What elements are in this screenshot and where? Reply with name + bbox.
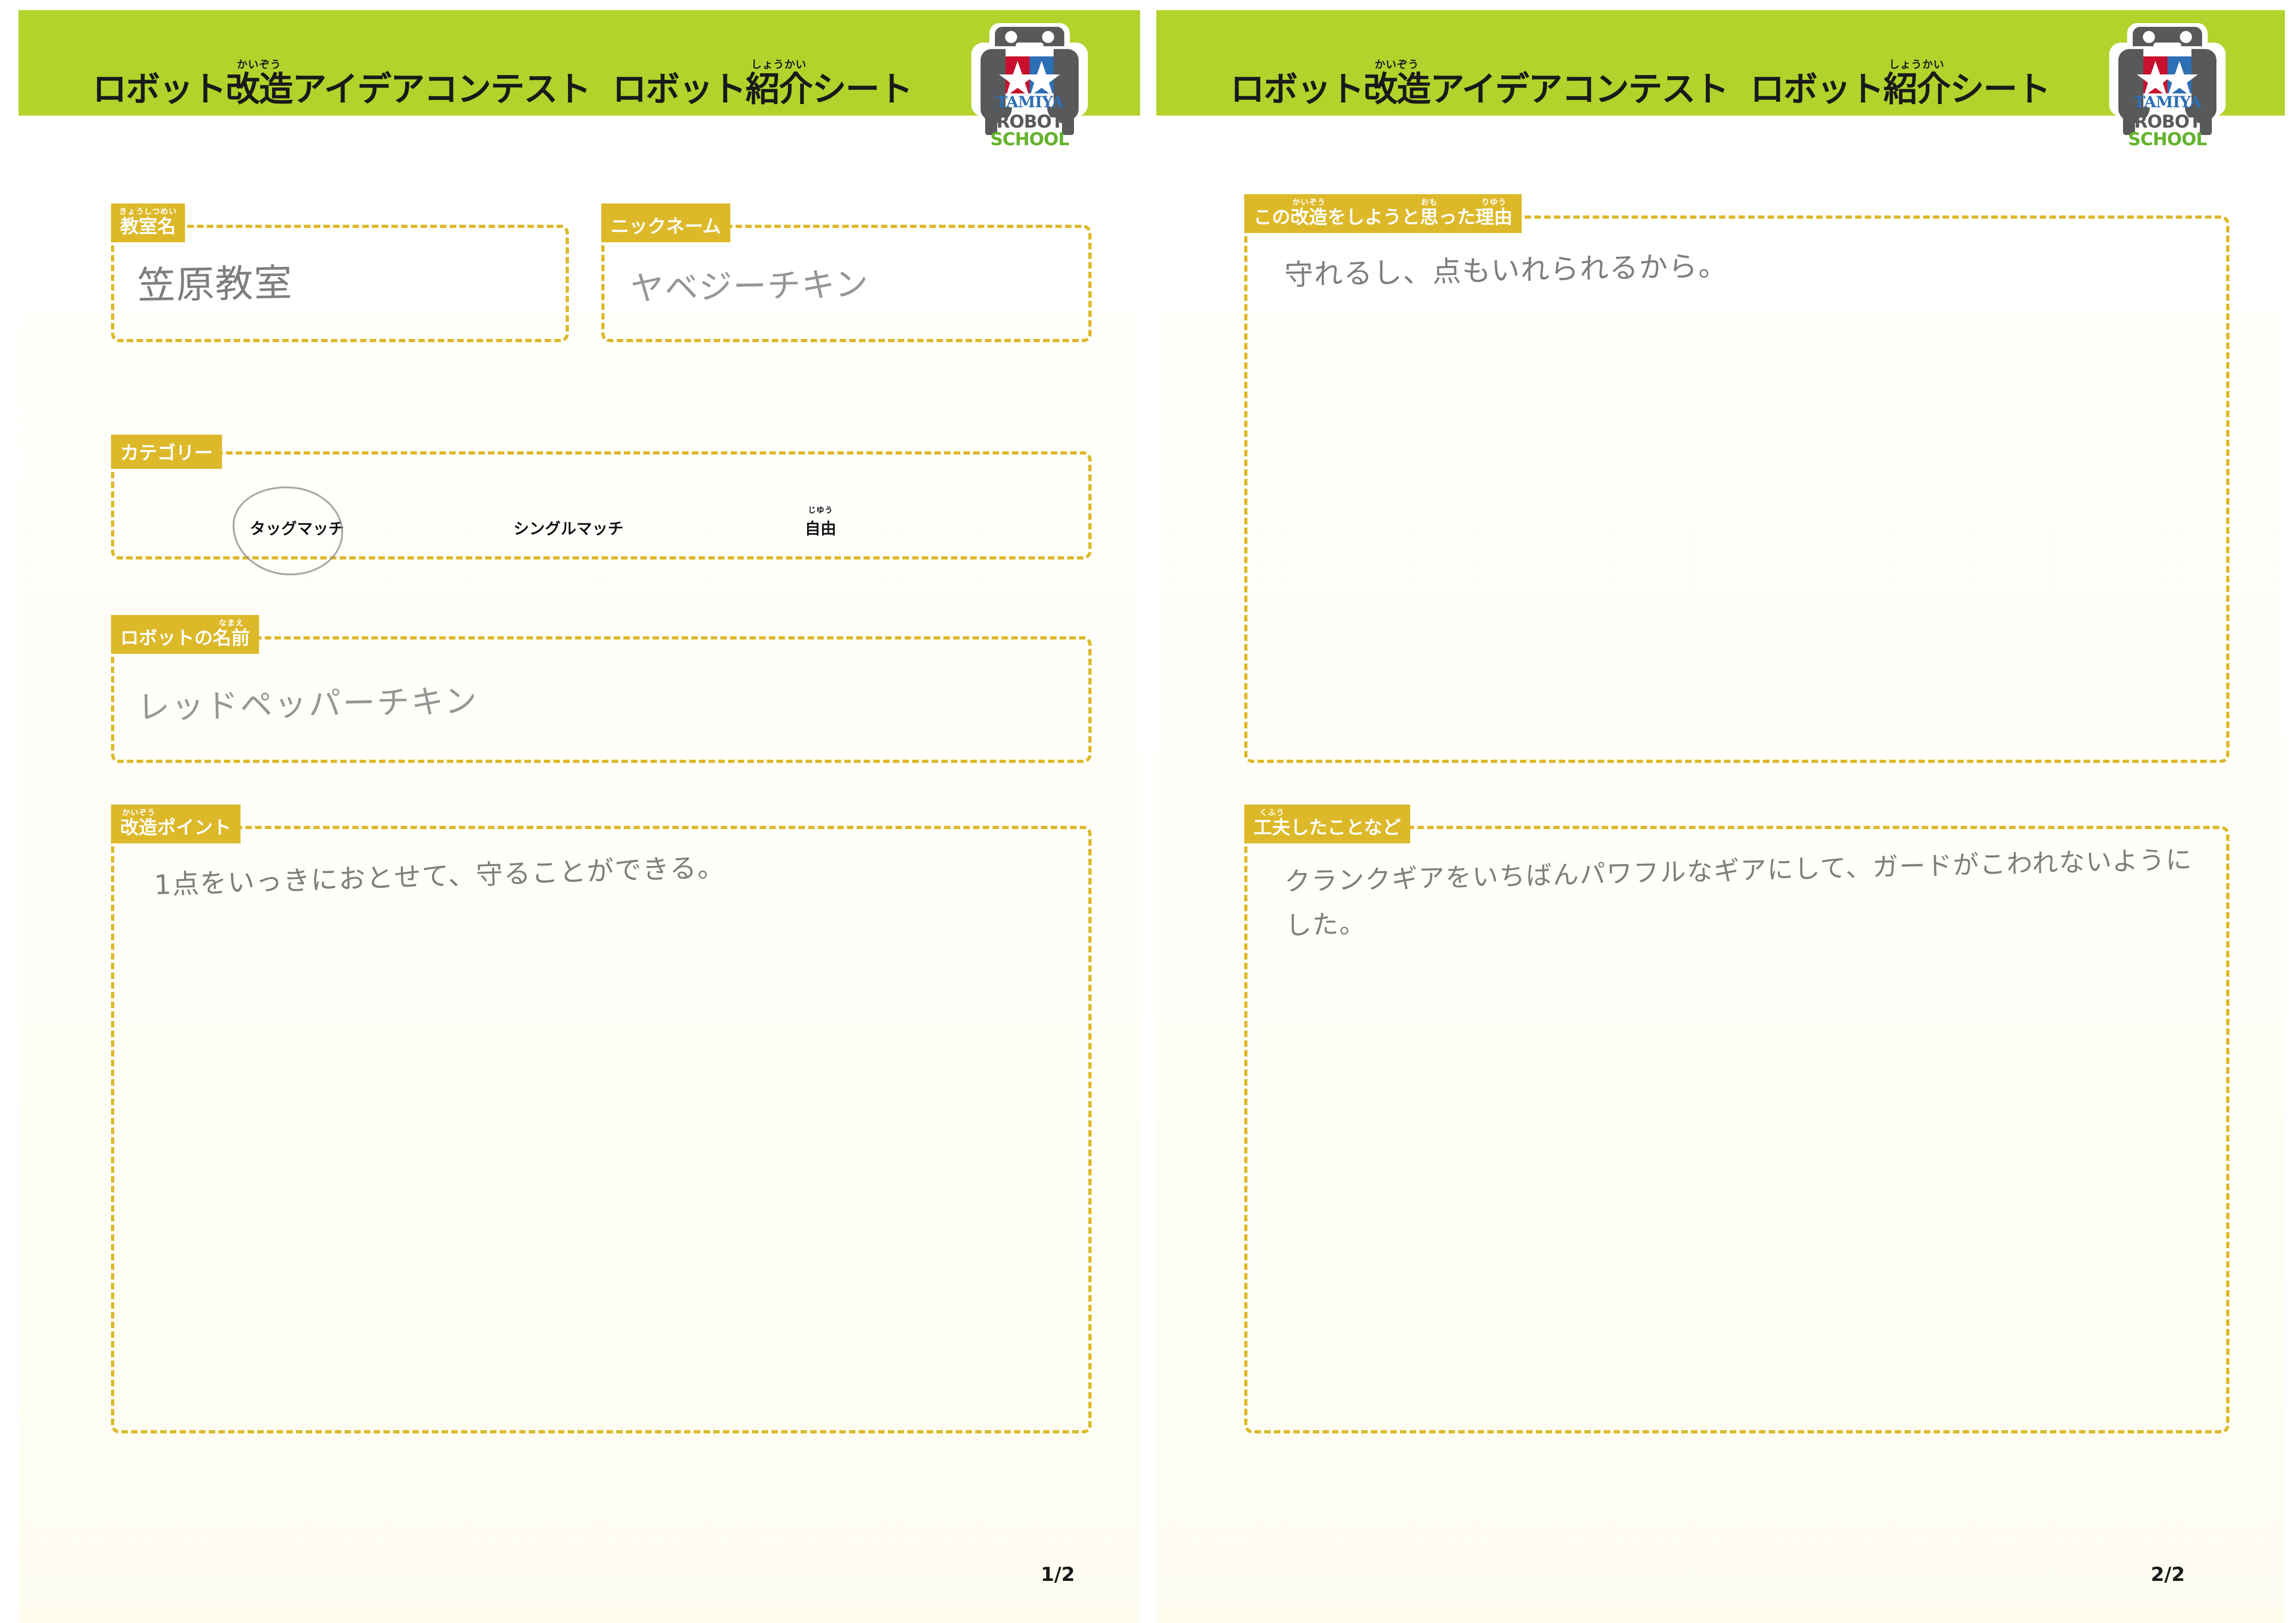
label-text-kono: この <box>1253 207 1290 228</box>
tamiya-robot-school-logo: TAMIYA ROBOT SCHOOL <box>971 17 1088 156</box>
label-text-point: ポイント <box>157 817 231 838</box>
ruby-text-kaizou-left: かいぞう <box>237 59 281 71</box>
ruby-text-kaizou-right: かいぞう <box>1375 59 1419 71</box>
selection-circle-icon <box>228 480 348 581</box>
title-ruby-shoukai-left: しょうかい 紹介 <box>745 60 813 109</box>
logo-icon-right: TAMIYA ROBOT SCHOOL <box>2109 23 2226 154</box>
page-title-left: ロボット かいぞう 改造アイデアコンテスト ロボット しょうかい 紹介シート <box>93 60 913 109</box>
title-kanji-shoukai-right: 紹介 <box>1883 69 1951 109</box>
ruby-text-kyoushitsumei: きょうしつめい <box>119 207 177 216</box>
label-ruby-namae: なまえ 名前 <box>213 620 250 649</box>
title-kanji-kaizou-left: 改造 <box>226 69 293 109</box>
label-text-robot-no: ロボットの <box>120 627 213 649</box>
logo-icon: TAMIYA ROBOT SCHOOL <box>971 23 1088 154</box>
label-text-category: カテゴリー <box>120 443 213 464</box>
tamiya-robot-school-logo-right: TAMIYA ROBOT SCHOOL <box>2109 17 2226 156</box>
label-ruby-kaizou-point: かいぞう 改造 <box>120 809 157 838</box>
ruby-text-shoukai-left: しょうかい <box>751 59 807 71</box>
field-label-nickname: ニックネーム <box>601 203 730 242</box>
title-ruby-kaizou-right: かいぞう 改造 <box>1364 60 1431 109</box>
svg-text:SCHOOL: SCHOOL <box>2128 129 2207 149</box>
ruby-text-kufuu: くふう <box>1259 808 1284 818</box>
ruby-text-omo: おも <box>1421 198 1438 207</box>
category-option-free-ruby: じゆう 自由 <box>805 507 836 539</box>
title-text-d: シート <box>812 69 913 109</box>
field-label-ingenuity: くふう 工夫したことなど <box>1244 805 1410 843</box>
field-robot-name: ロボットの なまえ 名前 レッドペッパーチキン <box>111 615 1092 763</box>
label-kanji-kufuu: 工夫 <box>1253 817 1290 838</box>
ruby-text-riyuu: りゆう <box>1481 198 1506 207</box>
category-option-list: タッグマッチ シングルマッチ じゆう 自由 <box>111 456 1092 585</box>
field-nickname: ニックネーム ヤベジーチキン <box>601 203 1092 342</box>
field-reason: この かいぞう 改造をしようと おも 思った りゆう 理由 守れるし、点もいれられるから。 <box>1244 194 2229 763</box>
label-kanji-namae: 名前 <box>213 627 250 649</box>
label-text-tta: った <box>1438 207 1475 228</box>
title-text-c: ロボット <box>612 69 747 109</box>
label-ruby-kaizou-reason: かいぞう 改造 <box>1290 199 1327 228</box>
ruby-text-kaizou-point: かいぞう <box>122 808 155 818</box>
category-option-single-match[interactable]: シングルマッチ <box>513 516 623 539</box>
ruby-text-shoukai-right: しょうかい <box>1889 59 1944 71</box>
title-kanji-shoukai-left: 紹介 <box>745 69 813 109</box>
field-label-reason: この かいぞう 改造をしようと おも 思った りゆう 理由 <box>1244 194 1522 233</box>
title-text-b: アイデアコンテスト <box>292 69 591 109</box>
category-option-free-label: 自由 <box>805 520 836 538</box>
field-ingenuity: くふう 工夫したことなど クランクギアをいちばんパワフルなギアにして、ガードがこわ… <box>1244 805 2229 1433</box>
svg-text:TAMIYA: TAMIYA <box>2134 93 2202 111</box>
page-title-right: ロボット かいぞう 改造アイデアコンテスト ロボット しょうかい 紹介シート <box>1230 60 2051 109</box>
title-text-b-r: アイデアコンテスト <box>1430 69 1729 109</box>
field-classroom: きょうしつめい 教室名 笠原教室 <box>111 203 569 342</box>
page-number-left: 1/2 <box>1041 1563 1075 1586</box>
title-text-c-r: ロボット <box>1750 69 1884 109</box>
ruby-text-kaizou-reason: かいぞう <box>1292 198 1326 207</box>
field-modification-points: かいぞう 改造ポイント 1点をいっきにおとせて、守ることができる。 <box>111 805 1092 1433</box>
label-kanji-kaizou-reason: 改造 <box>1290 207 1327 228</box>
field-label-robot-name: ロボットの なまえ 名前 <box>111 615 259 654</box>
label-text-shitakoto: したことなど <box>1290 817 1401 838</box>
title-kanji-kaizou-right: 改造 <box>1364 69 1431 109</box>
category-option-free[interactable]: じゆう 自由 <box>805 507 836 539</box>
title-text-a: ロボット <box>93 69 227 109</box>
label-text-woshiyouto: をしようと <box>1327 207 1420 228</box>
ruby-text-namae: なまえ <box>219 619 244 628</box>
label-ruby-kyoushitsumei: きょうしつめい 教室名 <box>119 208 177 237</box>
field-box-reason[interactable] <box>1244 215 2229 763</box>
label-kanji-kaizou-point: 改造 <box>120 817 157 838</box>
svg-text:SCHOOL: SCHOOL <box>990 129 1069 149</box>
field-category: カテゴリー タッグマッチ シングルマッチ じゆう 自由 <box>111 435 1092 581</box>
field-label-category: カテゴリー <box>111 435 222 469</box>
answer-robot-name[interactable]: レッドペッパーチキン <box>137 678 479 732</box>
answer-classroom[interactable]: 笠原教室 <box>137 256 293 314</box>
title-text-d-r: シート <box>1950 69 2051 109</box>
field-label-modification-points: かいぞう 改造ポイント <box>111 805 241 843</box>
label-kanji-riyuu: 理由 <box>1475 207 1512 228</box>
title-ruby-shoukai-right: しょうかい 紹介 <box>1883 60 1951 109</box>
title-ruby-kaizou-left: かいぞう 改造 <box>226 60 293 109</box>
answer-nickname[interactable]: ヤベジーチキン <box>630 260 870 313</box>
label-kanji-omo: 思 <box>1420 207 1438 228</box>
page-number-right: 2/2 <box>2151 1563 2185 1586</box>
label-ruby-omo: おも思 <box>1420 199 1438 228</box>
label-kanji-kyoushitsumei: 教室名 <box>120 216 176 237</box>
label-ruby-riyuu: りゆう 理由 <box>1475 199 1512 228</box>
label-ruby-kufuu: くふう 工夫 <box>1253 809 1290 838</box>
svg-text:TAMIYA: TAMIYA <box>996 93 1064 111</box>
field-box-modification-points[interactable] <box>111 826 1092 1433</box>
title-text-a-r: ロボット <box>1230 69 1364 109</box>
ruby-text-jiyuu: じゆう <box>808 506 833 515</box>
field-label-classroom: きょうしつめい 教室名 <box>111 203 185 242</box>
label-text-nickname: ニックネーム <box>611 216 721 237</box>
